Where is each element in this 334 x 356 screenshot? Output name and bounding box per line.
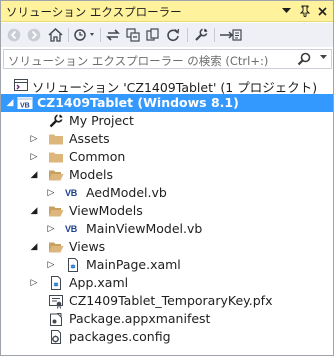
sync-icon[interactable] <box>104 26 122 44</box>
refresh-icon[interactable] <box>164 26 182 44</box>
tree-label: Package.appxmanifest <box>69 311 211 326</box>
search-box[interactable]: ソリューション エクスプローラー の検索 (Ctrl+:) <box>3 49 332 69</box>
collapsed-arrow-icon[interactable]: ▷ <box>45 223 57 235</box>
tree-label: AedModel.vb <box>86 185 167 200</box>
tree-item-app-xaml[interactable]: ▷ App.xaml <box>1 274 333 292</box>
collapsed-arrow-icon[interactable]: ▷ <box>45 259 57 271</box>
tree-item-mainpage[interactable]: ▷ MainPage.xaml <box>1 256 333 274</box>
tree-item-models[interactable]: ◢ Models <box>1 166 333 184</box>
expanded-arrow-icon[interactable]: ◢ <box>28 205 40 217</box>
home-icon[interactable] <box>46 26 64 44</box>
tree-item-viewmodels[interactable]: ◢ ViewModels <box>1 202 333 220</box>
collapsed-arrow-icon[interactable]: ▷ <box>28 277 40 289</box>
open-folder-icon <box>48 239 64 255</box>
tree-label: packages.config <box>69 329 171 344</box>
back-icon[interactable] <box>5 26 23 44</box>
tree-label: MainPage.xaml <box>86 257 181 272</box>
vb-file-icon: VB <box>65 188 77 198</box>
title-bar: ソリューション エクスプローラー <box>1 1 333 22</box>
tree-label: My Project <box>69 113 134 128</box>
manifest-icon <box>48 311 64 327</box>
xaml-file-icon <box>65 257 81 273</box>
solution-explorer-window: ソリューション エクスプローラー ソリューション エクスプローラー の検索 (C… <box>0 0 334 356</box>
show-all-files-icon[interactable] <box>144 26 162 44</box>
folder-icon <box>48 131 64 147</box>
open-folder-icon <box>48 167 64 183</box>
tree-label: CZ1409Tablet (Windows 8.1) <box>37 95 239 110</box>
wrench-icon <box>48 113 64 129</box>
expanded-arrow-icon[interactable]: ◢ <box>4 97 16 109</box>
tree-item-common[interactable]: ▷ Common <box>1 148 333 166</box>
forward-icon[interactable] <box>25 26 43 44</box>
solution-icon <box>13 77 29 93</box>
collapsed-arrow-icon[interactable]: ▷ <box>28 151 40 163</box>
tree-item-manifest[interactable]: Package.appxmanifest <box>1 310 333 328</box>
tree-label: Common <box>69 149 126 164</box>
tree-label: CZ1409Tablet_TemporaryKey.pfx <box>69 293 273 308</box>
tree-item-solution[interactable]: ソリューション 'CZ1409Tablet' (1 プロジェクト) <box>1 76 333 95</box>
collapsed-arrow-icon[interactable]: ▷ <box>45 187 57 199</box>
properties-icon[interactable] <box>192 26 210 44</box>
vb-file-icon: VB <box>65 224 77 234</box>
expanded-arrow-icon[interactable]: ◢ <box>28 169 40 181</box>
tree-label: Assets <box>69 131 110 146</box>
search-options-dropdown-icon[interactable] <box>320 53 327 63</box>
tree-label: App.xaml <box>69 275 129 290</box>
tree-label: Models <box>69 167 114 182</box>
dropdown-icon[interactable] <box>279 4 294 18</box>
tree-item-project[interactable]: ◢ VB CZ1409Tablet (Windows 8.1) <box>1 94 333 112</box>
vb-project-icon: VB <box>17 95 33 111</box>
expanded-arrow-icon[interactable]: ◢ <box>28 241 40 253</box>
collapse-all-icon[interactable] <box>124 26 142 44</box>
pending-changes-icon[interactable] <box>72 26 98 44</box>
pin-icon[interactable] <box>297 4 312 18</box>
preview-icon[interactable] <box>218 26 244 44</box>
solution-tree: ソリューション 'CZ1409Tablet' (1 プロジェクト) ◢ VB C… <box>1 73 333 355</box>
tree-item-assets[interactable]: ▷ Assets <box>1 130 333 148</box>
tree-label: ViewModels <box>69 203 143 218</box>
tree-label: MainViewModel.vb <box>86 221 203 236</box>
search-icon[interactable] <box>297 52 311 66</box>
folder-icon <box>48 149 64 165</box>
tree-label: Views <box>69 239 106 254</box>
xaml-file-icon <box>48 275 64 291</box>
search-input[interactable]: ソリューション エクスプローラー の検索 (Ctrl+:) <box>8 53 268 69</box>
toolbar <box>1 23 333 47</box>
certificate-icon <box>48 293 64 309</box>
collapsed-arrow-icon[interactable]: ▷ <box>28 133 40 145</box>
tree-item-mainviewmodel[interactable]: ▷ VB MainViewModel.vb <box>1 220 333 238</box>
open-folder-icon <box>48 203 64 219</box>
tree-item-views[interactable]: ◢ Views <box>1 238 333 256</box>
tree-item-packages-config[interactable]: packages.config <box>1 328 333 346</box>
svg-text:VB: VB <box>20 103 30 110</box>
config-file-icon <box>48 329 64 345</box>
tree-item-temporary-key[interactable]: CZ1409Tablet_TemporaryKey.pfx <box>1 292 333 310</box>
close-icon[interactable] <box>315 4 330 18</box>
tree-item-aedmodel[interactable]: ▷ VB AedModel.vb <box>1 184 333 202</box>
tree-item-my-project[interactable]: My Project <box>1 112 333 130</box>
window-title: ソリューション エクスプローラー <box>6 5 182 19</box>
